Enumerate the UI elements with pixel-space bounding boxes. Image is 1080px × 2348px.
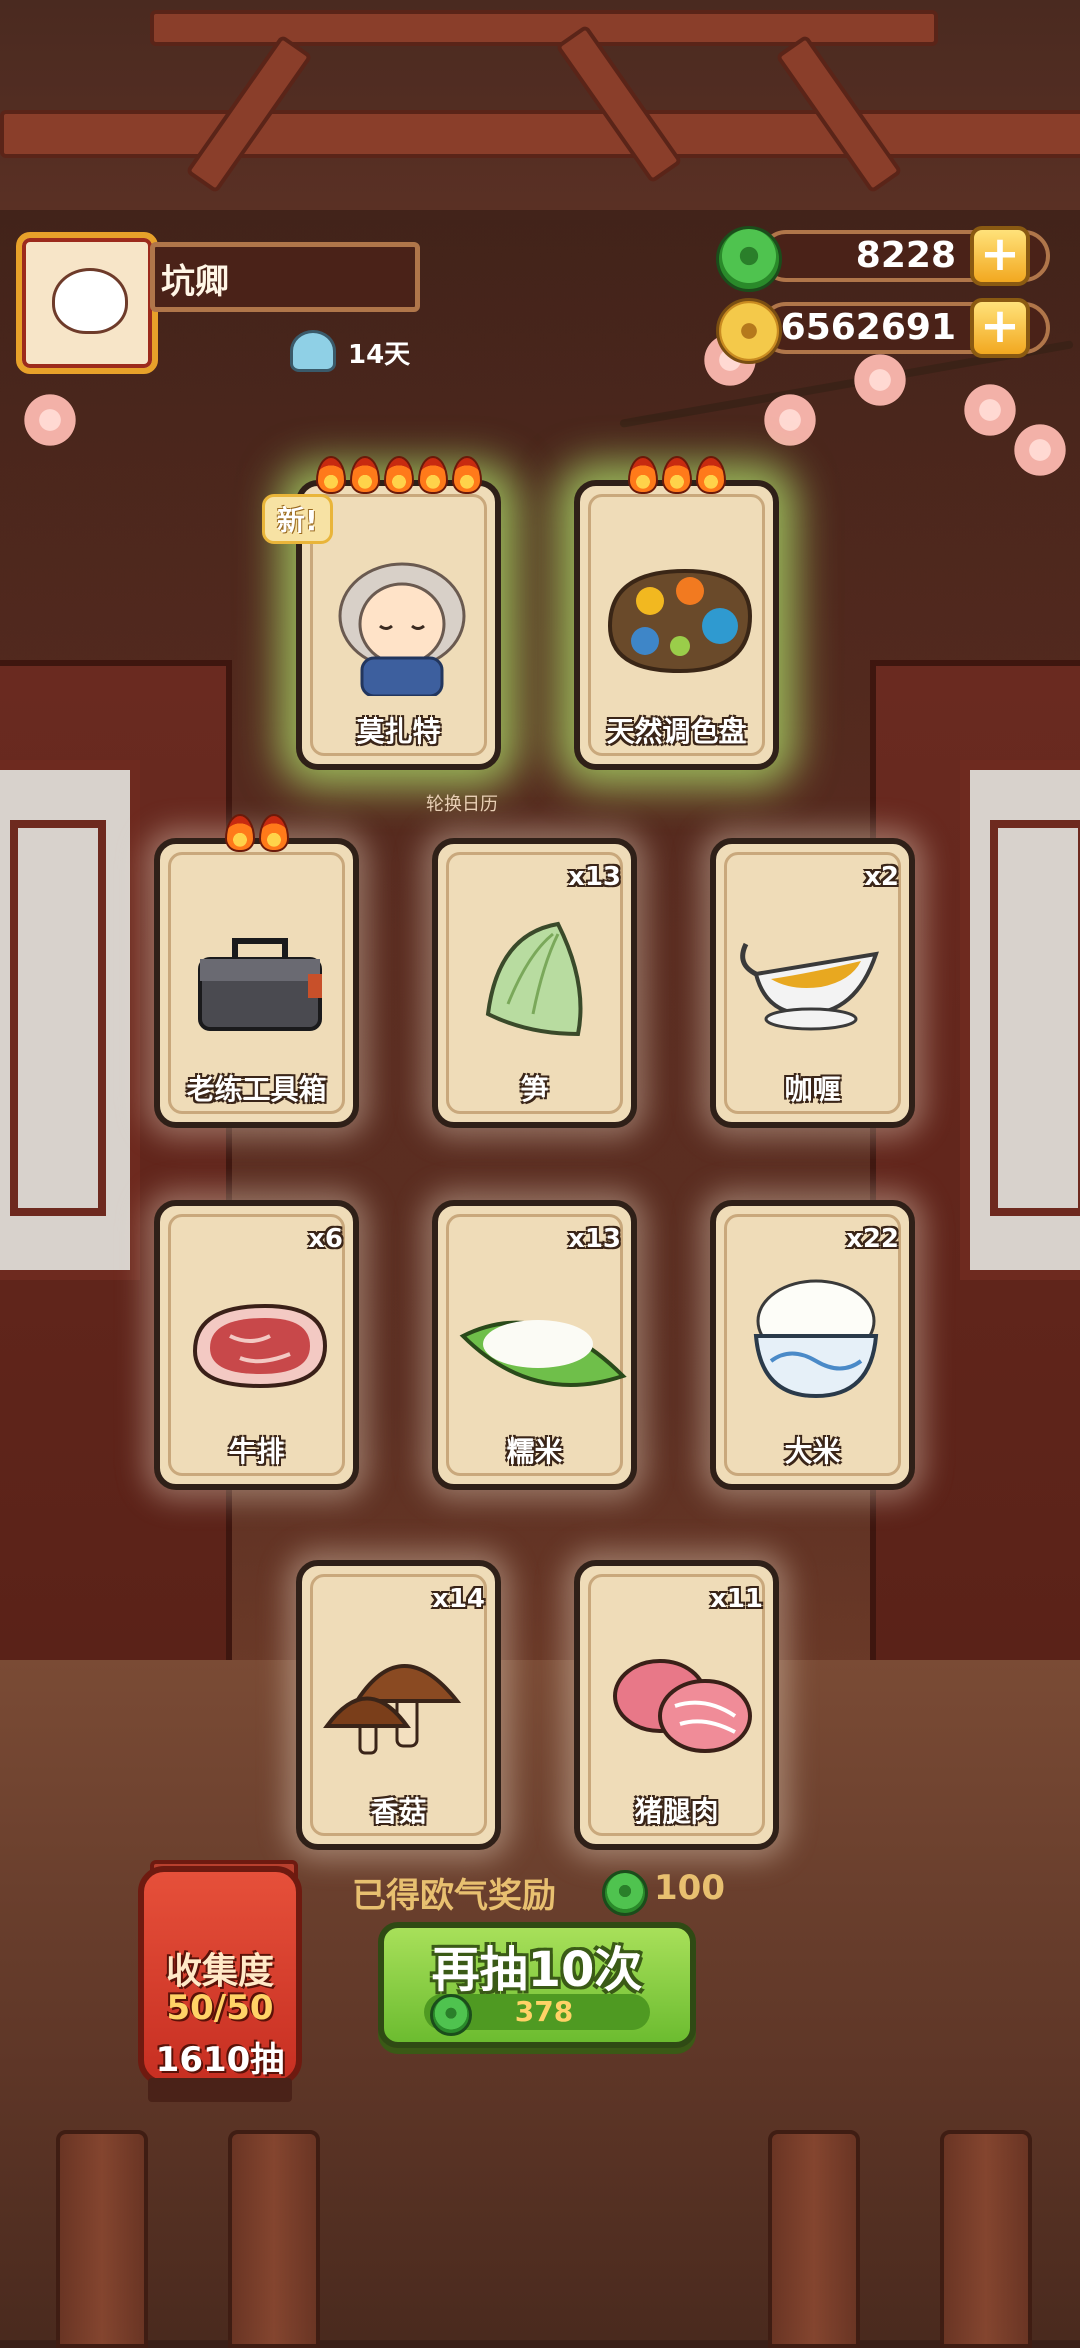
item-quantity: x11 <box>710 1584 763 1614</box>
card-glutinous-rice[interactable]: x13 糯米 <box>432 1200 637 1490</box>
blossom <box>760 390 820 450</box>
card-toolbox[interactable]: 老练工具箱 <box>154 814 359 1128</box>
lantern-stand <box>148 2078 292 2102</box>
roof-beam <box>0 110 1080 158</box>
player-avatar[interactable] <box>16 232 158 374</box>
login-days: 14天 <box>348 340 411 370</box>
draw-cost: 378 <box>514 1995 574 2028</box>
bamboo-shoot-icon <box>485 921 583 1037</box>
flame-icon <box>451 456 482 494</box>
calendar-icon <box>290 330 336 372</box>
cat-avatar-icon <box>52 268 128 334</box>
new-badge: 新! <box>262 494 333 544</box>
steak-icon <box>192 1303 328 1389</box>
rice-leaf-icon <box>459 1320 627 1387</box>
item-quantity: x6 <box>308 1224 343 1254</box>
post <box>228 2130 320 2348</box>
blossom <box>1010 420 1070 480</box>
coin-icon <box>716 298 782 364</box>
collection-title: 收集度 <box>165 1951 274 1992</box>
item-quantity: x2 <box>864 862 899 892</box>
flame-icon <box>383 456 414 494</box>
card-mushroom[interactable]: x14 香菇 <box>296 1560 501 1850</box>
flame-icon <box>627 456 658 494</box>
add-coin-button[interactable]: + <box>970 298 1030 358</box>
toolbox-icon <box>198 938 322 1031</box>
player-name: 坑卿 <box>150 242 420 312</box>
card-name: 笋 <box>520 1073 549 1106</box>
item-quantity: x22 <box>846 1224 899 1254</box>
flame-icon <box>349 456 380 494</box>
mozart-portrait-icon <box>338 562 466 696</box>
featured-card-mozart[interactable]: 新! 莫扎特 <box>262 456 501 770</box>
plus-icon: + <box>979 226 1021 282</box>
gravy-boat-icon <box>740 942 879 1031</box>
palette-icon <box>607 568 753 674</box>
luck-reward-amount: 100 <box>654 1868 725 1908</box>
post <box>56 2130 148 2348</box>
collection-progress: 50/50 <box>166 1988 274 2028</box>
right-window-lattice <box>990 820 1080 1216</box>
jade-icon <box>430 1994 472 2036</box>
flame-icon <box>315 456 346 494</box>
left-window-lattice <box>10 820 106 1216</box>
flame-icon <box>258 814 289 852</box>
flame-rating <box>302 456 495 502</box>
add-jade-button[interactable]: + <box>970 226 1030 286</box>
card-curry[interactable]: x2 咖喱 <box>710 838 915 1128</box>
draw-again-label: 再抽10次 <box>431 1942 643 1998</box>
mushroom-icon <box>323 1664 462 1755</box>
jade-icon <box>716 226 782 292</box>
flame-rating <box>580 456 773 502</box>
flame-rating <box>160 814 353 860</box>
item-quantity: x13 <box>568 862 621 892</box>
card-name: 莫扎特 <box>356 715 441 748</box>
roof-truss <box>150 10 938 46</box>
card-name: 咖喱 <box>784 1073 841 1106</box>
rice-bowl-icon <box>753 1279 879 1399</box>
card-steak[interactable]: x6 牛排 <box>154 1200 359 1490</box>
item-quantity: x13 <box>568 1224 621 1254</box>
card-name: 老练工具箱 <box>186 1073 327 1106</box>
card-name: 大米 <box>784 1435 841 1468</box>
flame-icon <box>224 814 255 852</box>
card-rice[interactable]: x22 大米 <box>710 1200 915 1490</box>
card-name: 糯米 <box>506 1435 563 1468</box>
post <box>768 2130 860 2348</box>
total-draws: 1610抽 <box>155 2040 285 2080</box>
card-pork-leg[interactable]: x11 猪腿肉 <box>574 1560 779 1850</box>
blossom <box>20 390 80 450</box>
featured-card-palette[interactable]: 天然调色盘 <box>574 456 779 770</box>
flame-icon <box>695 456 726 494</box>
luck-reward-label: 已得欧气奖励 <box>352 1876 556 1916</box>
plus-icon: + <box>979 298 1021 354</box>
card-name: 牛排 <box>228 1435 285 1468</box>
rotate-calendar-label: 轮换日历 <box>426 794 498 815</box>
flame-icon <box>661 456 692 494</box>
card-bamboo-shoot[interactable]: x13 笋 <box>432 838 637 1128</box>
card-name: 香菇 <box>370 1795 427 1828</box>
pork-slice-icon <box>613 1659 752 1753</box>
post <box>940 2130 1032 2348</box>
item-quantity: x14 <box>432 1584 485 1614</box>
blossom <box>960 380 1020 440</box>
card-name: 天然调色盘 <box>606 715 747 748</box>
card-name: 猪腿肉 <box>634 1795 719 1828</box>
blossom <box>850 350 910 410</box>
jade-icon <box>602 1870 648 1916</box>
flame-icon <box>417 456 448 494</box>
